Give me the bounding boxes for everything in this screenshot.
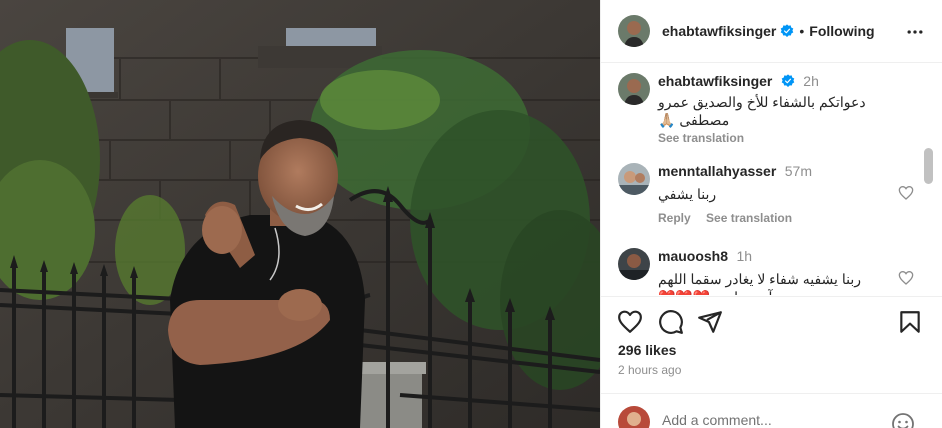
- heart-icon[interactable]: [617, 309, 643, 335]
- caption-time[interactable]: 2h: [803, 73, 819, 89]
- comment-icon[interactable]: [658, 309, 684, 335]
- comment-like-heart-icon[interactable]: [898, 185, 914, 201]
- reply-button[interactable]: Reply: [658, 211, 691, 225]
- author-avatar[interactable]: [618, 15, 650, 47]
- bookmark-icon[interactable]: [897, 309, 923, 335]
- more-options-icon[interactable]: [905, 22, 925, 42]
- emoji-icon[interactable]: [891, 412, 915, 428]
- see-translation-link[interactable]: See translation: [658, 131, 744, 145]
- comment-body: mauoosh8 1h ربنا يشفيه شفاء لا يغادر سقم…: [658, 248, 906, 295]
- comment-like-heart-icon[interactable]: [898, 270, 914, 286]
- commenter-avatar[interactable]: [618, 248, 650, 280]
- caption-text: دعواتكم بالشفاء للأخ والصديق عمرو مصطفى …: [658, 94, 866, 128]
- post-image[interactable]: [0, 0, 600, 428]
- following-button[interactable]: Following: [809, 23, 874, 39]
- comment-item: mauoosh8 1h ربنا يشفيه شفاء لا يغادر سقم…: [618, 248, 918, 295]
- commenter-avatar[interactable]: [618, 163, 650, 195]
- caption-author-avatar[interactable]: [618, 73, 650, 105]
- comments-list[interactable]: ehabtawfiksinger 2h دعواتكم بالشفاء للأخ…: [601, 63, 942, 295]
- comments-scrollbar[interactable]: [924, 148, 933, 184]
- post-photo: [0, 0, 600, 428]
- comment-username[interactable]: menntallahyasser: [658, 163, 776, 179]
- see-translation-link[interactable]: See translation: [706, 211, 792, 225]
- caption-meta: See translation: [658, 131, 906, 145]
- comment-username[interactable]: mauoosh8: [658, 248, 728, 264]
- post-details-panel: ehabtawfiksinger • Following ehabtawfiks…: [600, 0, 942, 428]
- add-comment-bar: [601, 393, 942, 428]
- author-username[interactable]: ehabtawfiksinger: [662, 23, 776, 39]
- verified-badge-icon: [781, 24, 794, 37]
- likes-count[interactable]: 296 likes: [618, 342, 676, 358]
- add-comment-input[interactable]: [662, 412, 882, 428]
- comment-item: menntallahyasser 57m ربنا يشفي Reply See…: [618, 163, 918, 227]
- post-header: ehabtawfiksinger • Following: [601, 0, 942, 63]
- post-timestamp[interactable]: 2 hours ago: [618, 363, 681, 377]
- current-user-avatar: [618, 406, 650, 428]
- action-bar: [601, 296, 942, 346]
- comment-time[interactable]: 1h: [736, 248, 752, 264]
- comment-text: ربنا يشفي: [658, 186, 717, 202]
- comment-body: menntallahyasser 57m ربنا يشفي Reply See…: [658, 163, 906, 225]
- share-icon[interactable]: [697, 309, 723, 335]
- comment-time[interactable]: 57m: [785, 163, 812, 179]
- caption: ehabtawfiksinger 2h دعواتكم بالشفاء للأخ…: [618, 73, 918, 149]
- caption-body: ehabtawfiksinger 2h دعواتكم بالشفاء للأخ…: [658, 73, 906, 145]
- comment-meta: Reply See translation: [658, 211, 906, 225]
- verified-badge-icon: [781, 74, 795, 87]
- caption-username[interactable]: ehabtawfiksinger: [658, 73, 772, 89]
- header-separator: •: [799, 23, 805, 39]
- comment-text: ربنا يشفيه شفاء لا يغادر سقما اللهم آمين…: [658, 271, 861, 295]
